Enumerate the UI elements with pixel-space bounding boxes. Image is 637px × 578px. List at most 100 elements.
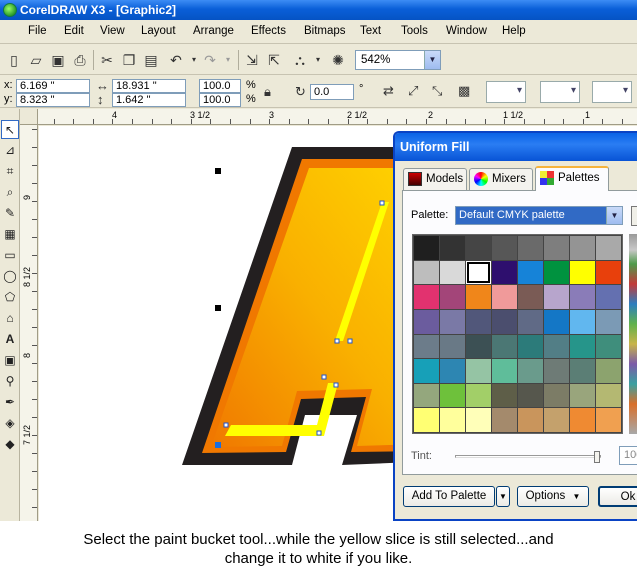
color-swatch[interactable]: [492, 285, 517, 309]
node-handle[interactable]: [347, 338, 353, 344]
ruler-origin-corner[interactable]: [20, 109, 38, 125]
color-swatch[interactable]: [596, 359, 621, 383]
open-palette-button[interactable]: [631, 206, 637, 226]
color-swatch[interactable]: [518, 285, 543, 309]
chevron-down-icon[interactable]: ▼: [606, 207, 622, 224]
color-swatch[interactable]: [414, 260, 439, 285]
selection-handle[interactable]: [215, 168, 221, 174]
color-swatch[interactable]: [492, 334, 517, 359]
color-swatch[interactable]: [492, 236, 517, 260]
color-swatch[interactable]: [440, 260, 465, 285]
color-swatch[interactable]: [596, 260, 621, 285]
color-swatch[interactable]: [466, 309, 491, 334]
node-handle[interactable]: [223, 422, 229, 428]
menu-file[interactable]: File: [28, 25, 47, 37]
color-swatch[interactable]: [518, 383, 543, 408]
redo-icon[interactable]: ↷: [200, 50, 220, 70]
color-swatch[interactable]: [518, 408, 543, 432]
color-swatch[interactable]: [466, 285, 491, 309]
color-swatch[interactable]: [570, 260, 595, 285]
color-swatch[interactable]: [466, 260, 491, 285]
scale-y-field[interactable]: 100.0: [199, 93, 241, 107]
outline-pen-tool-icon[interactable]: ✒: [1, 393, 19, 412]
color-swatch[interactable]: [440, 334, 465, 359]
outline-width-dropdown[interactable]: [486, 81, 526, 103]
tab-models[interactable]: Models: [403, 168, 467, 190]
text-tool-icon[interactable]: A: [1, 330, 19, 349]
x-position-field[interactable]: 6.169 ": [16, 79, 90, 93]
palette-swatch-grid[interactable]: [412, 234, 623, 434]
object-width-field[interactable]: 18.931 ": [112, 79, 186, 93]
interactive-blend-tool-icon[interactable]: ▣: [1, 351, 19, 370]
node-shape-icon[interactable]: ⤡: [432, 84, 442, 98]
selection-handle[interactable]: [215, 442, 221, 448]
menu-bitmaps[interactable]: Bitmaps: [304, 25, 346, 37]
interactive-fill-tool-icon[interactable]: ◆: [1, 435, 19, 454]
color-swatch[interactable]: [492, 309, 517, 334]
freehand-tool-icon[interactable]: ✎: [1, 204, 19, 223]
chevron-down-icon[interactable]: ▼: [424, 51, 440, 69]
tab-palettes[interactable]: Palettes: [535, 166, 609, 191]
lock-ratio-icon[interactable]: 🔒︎: [264, 85, 271, 99]
color-swatch[interactable]: [518, 260, 543, 285]
horizontal-ruler[interactable]: 4 3 1/2 3 2 1/2 2 1 1/2 1: [20, 109, 637, 125]
node-handle[interactable]: [316, 430, 322, 436]
new-document-icon[interactable]: ▯: [4, 50, 24, 70]
color-swatch[interactable]: [518, 236, 543, 260]
pick-tool-icon[interactable]: ↖: [1, 120, 19, 139]
cut-scissors-icon[interactable]: ✂: [97, 50, 117, 70]
color-swatch[interactable]: [414, 383, 439, 408]
color-swatch[interactable]: [414, 408, 439, 432]
node-handle[interactable]: [379, 200, 385, 206]
node-handle[interactable]: [334, 338, 340, 344]
color-swatch[interactable]: [440, 236, 465, 260]
object-height-field[interactable]: 1.642 ": [112, 93, 186, 107]
color-swatch[interactable]: [466, 236, 491, 260]
redo-dropdown-icon[interactable]: ▾: [218, 50, 238, 70]
tint-value-field[interactable]: 100: [619, 446, 637, 465]
color-swatch[interactable]: [440, 285, 465, 309]
polygon-tool-icon[interactable]: ⬠: [1, 288, 19, 307]
vertical-ruler[interactable]: 9 8 1/2 8 7 1/2: [20, 125, 38, 521]
tint-slider-thumb[interactable]: [594, 451, 600, 463]
save-disk-icon[interactable]: ▣: [48, 50, 68, 70]
menu-window[interactable]: Window: [446, 25, 487, 37]
color-swatch[interactable]: [544, 334, 569, 359]
copy-icon[interactable]: ❐: [119, 50, 139, 70]
color-swatch[interactable]: [544, 285, 569, 309]
color-swatch[interactable]: [570, 408, 595, 432]
node-handle[interactable]: [333, 382, 339, 388]
palette-scroll-strip[interactable]: [629, 234, 637, 434]
color-swatch[interactable]: [440, 309, 465, 334]
color-swatch[interactable]: [544, 260, 569, 285]
undo-icon[interactable]: ↶: [166, 50, 186, 70]
eyedropper-tool-icon[interactable]: ⚲: [1, 372, 19, 391]
color-swatch[interactable]: [570, 334, 595, 359]
add-to-palette-button[interactable]: Add To Palette: [403, 486, 495, 507]
tab-mixers[interactable]: Mixers: [469, 168, 533, 190]
import-icon[interactable]: ⇲: [242, 50, 262, 70]
color-swatch[interactable]: [544, 359, 569, 383]
color-swatch[interactable]: [596, 309, 621, 334]
color-swatch[interactable]: [596, 236, 621, 260]
menu-tools[interactable]: Tools: [401, 25, 428, 37]
line-style-dropdown[interactable]: [540, 81, 580, 103]
color-swatch[interactable]: [544, 309, 569, 334]
zoom-level-select[interactable]: 542% ▼: [355, 50, 441, 70]
color-swatch[interactable]: [518, 309, 543, 334]
menu-edit[interactable]: Edit: [64, 25, 84, 37]
shape-tool-icon[interactable]: ⊿: [1, 141, 19, 160]
fill-tool-icon[interactable]: ◈: [1, 414, 19, 433]
palette-select[interactable]: Default CMYK palette ▼: [455, 206, 623, 225]
color-swatch[interactable]: [440, 408, 465, 432]
color-swatch[interactable]: [518, 334, 543, 359]
color-swatch[interactable]: [570, 383, 595, 408]
color-swatch[interactable]: [544, 383, 569, 408]
tint-slider[interactable]: [455, 451, 601, 463]
ellipse-tool-icon[interactable]: ◯: [1, 267, 19, 286]
zoom-tool-icon[interactable]: ⌕: [1, 183, 19, 202]
color-swatch[interactable]: [466, 334, 491, 359]
basic-shapes-tool-icon[interactable]: ⌂: [1, 309, 19, 328]
color-swatch[interactable]: [570, 359, 595, 383]
smart-fill-tool-icon[interactable]: ▦: [1, 225, 19, 244]
